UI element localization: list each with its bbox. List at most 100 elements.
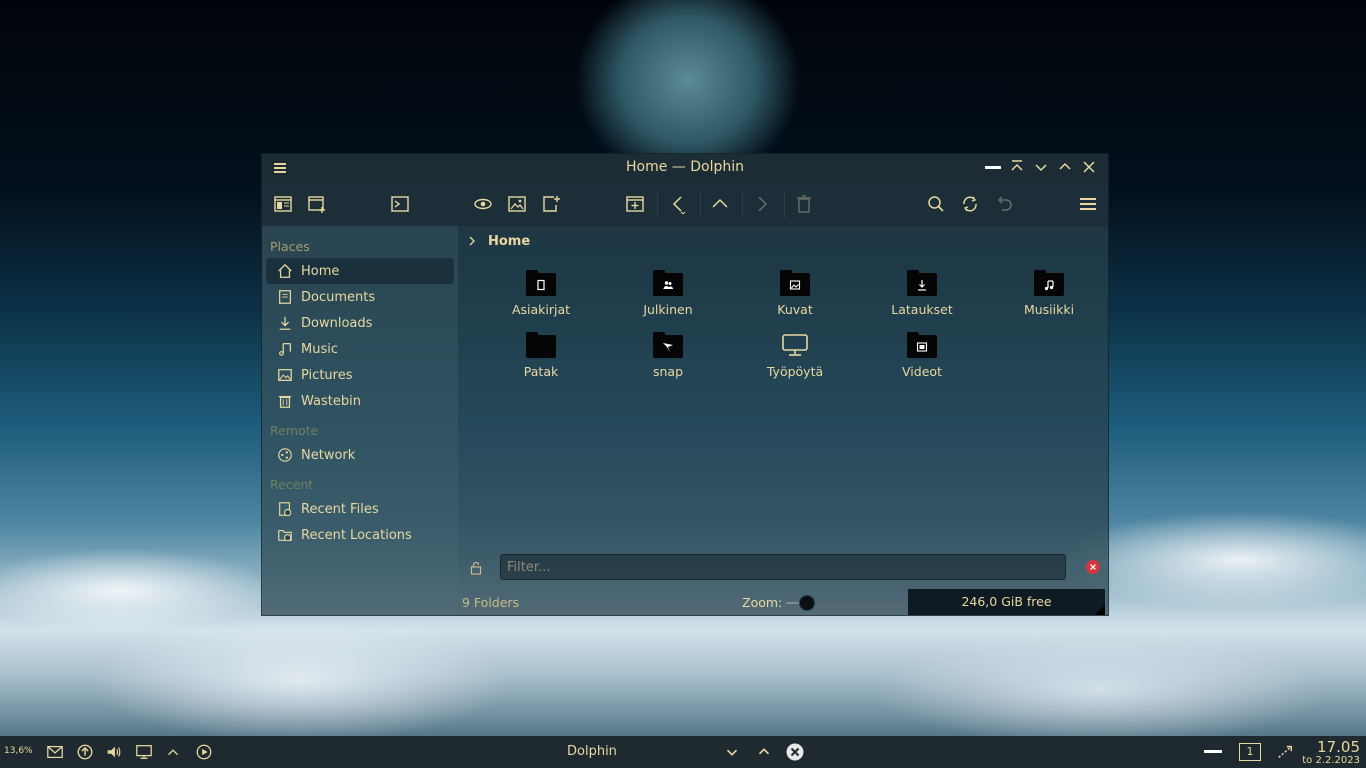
pictures-folder-icon (780, 270, 810, 296)
new-window-icon[interactable] (305, 192, 329, 216)
split-view-icon[interactable] (271, 192, 295, 216)
media-play-icon[interactable] (194, 742, 214, 762)
maximize-icon[interactable] (1056, 158, 1074, 176)
update-icon[interactable] (75, 742, 95, 762)
folder-icon (526, 332, 556, 358)
recent-locations-icon (276, 526, 294, 544)
sidebar-item-label: Documents (301, 289, 376, 305)
search-icon[interactable] (924, 192, 948, 216)
zoom-slider[interactable] (786, 595, 902, 611)
folder-label: Lataukset (891, 302, 953, 317)
lock-icon[interactable] (468, 560, 484, 576)
recent-files-icon (276, 500, 294, 518)
close-icon[interactable] (1080, 158, 1098, 176)
recent-section-title: Recent (270, 477, 314, 492)
folder-label: Patak (523, 364, 559, 379)
folder-item[interactable]: Työpöytä (735, 332, 855, 379)
clear-filter-icon[interactable] (1086, 560, 1100, 574)
window-title: Home — Dolphin (625, 159, 744, 175)
refresh-icon[interactable] (958, 192, 982, 216)
folder-label: Työpöytä (766, 364, 824, 379)
toolbar (262, 182, 1108, 226)
breadcrumb[interactable]: Home (460, 226, 1108, 256)
taskbar-maximize-icon[interactable] (754, 742, 774, 762)
sidebar-item-label: Recent Files (301, 501, 379, 517)
downloads-icon (276, 314, 294, 332)
sidebar-item-label: Network (301, 447, 356, 463)
places-section-title: Places (270, 239, 310, 254)
sidebar-item-label: Downloads (301, 315, 373, 331)
show-desktop-icon[interactable] (1203, 742, 1223, 762)
folder-label: Videot (902, 364, 942, 379)
clock-date: to 2.2.2023 (1302, 755, 1360, 766)
chevron-right-icon[interactable] (464, 233, 480, 249)
sidebar-item-wastebin[interactable]: Wastebin (266, 388, 454, 414)
clock-time: 17.05 (1317, 738, 1360, 756)
sidebar-item-network[interactable]: Network (266, 442, 454, 468)
home-icon (276, 262, 294, 280)
folder-count: 9 Folders (462, 595, 520, 610)
folder-item[interactable]: Lataukset (862, 270, 982, 317)
sidebar-item-label: Pictures (301, 367, 353, 383)
new-tab-icon[interactable] (623, 192, 647, 216)
tray-expand-icon[interactable] (163, 742, 183, 762)
sidebar-item-downloads[interactable]: Downloads (266, 310, 454, 336)
display-icon[interactable] (134, 742, 154, 762)
sidebar-item-label: Music (301, 341, 338, 357)
taskbar-close-icon[interactable] (785, 742, 805, 762)
volume-icon[interactable] (104, 742, 124, 762)
undo-icon[interactable] (992, 192, 1016, 216)
mail-icon[interactable] (45, 742, 65, 762)
forward-icon[interactable] (750, 192, 774, 216)
music-icon (276, 340, 294, 358)
sidebar-item-recent-locations[interactable]: Recent Locations (266, 522, 454, 548)
sidebar-item-pictures[interactable]: Pictures (266, 362, 454, 388)
filter-input[interactable] (500, 554, 1066, 580)
documents-icon (276, 288, 294, 306)
folder-item[interactable]: Videot (862, 332, 982, 379)
music-folder-icon (1034, 270, 1064, 296)
breadcrumb-current[interactable]: Home (488, 234, 530, 249)
clock[interactable]: 17.05 to 2.2.2023 (1302, 739, 1360, 767)
sidebar-item-home[interactable]: Home (266, 258, 454, 284)
folder-label: Julkinen (643, 302, 693, 317)
status-bar: 9 Folders Zoom: 246,0 GiB free (460, 589, 1108, 616)
zoom-slider-handle[interactable] (798, 595, 815, 611)
image-icon[interactable] (505, 192, 529, 216)
shade-icon[interactable] (984, 158, 1002, 176)
sidebar-item-label: Recent Locations (301, 527, 412, 543)
folder-item[interactable]: Musiikki (989, 270, 1109, 317)
terminal-icon[interactable] (388, 192, 412, 216)
pictures-icon (276, 366, 294, 384)
back-icon[interactable] (666, 192, 690, 216)
sidebar-item-recent-files[interactable]: Recent Files (266, 496, 454, 522)
taskbar-app-dolphin[interactable]: Dolphin (567, 744, 617, 759)
videos-folder-icon (907, 332, 937, 358)
cpu-usage: 13,6% (4, 746, 33, 756)
document-folder-icon (526, 270, 556, 296)
free-space: 246,0 GiB free (908, 589, 1105, 615)
trash-icon[interactable] (792, 192, 816, 216)
folder-item[interactable]: Julkinen (608, 270, 728, 317)
desktop-icon (780, 332, 810, 358)
folder-item[interactable]: Kuvat (735, 270, 855, 317)
sidebar-item-documents[interactable]: Documents (266, 284, 454, 310)
preview-icon[interactable] (471, 192, 495, 216)
folder-item[interactable]: Asiakirjat (481, 270, 601, 317)
new-file-icon[interactable] (539, 192, 563, 216)
folder-label: Musiikki (1023, 302, 1075, 317)
taskbar: 13,6% Dolphin 1 17.05 to 2.2.2023 (0, 736, 1366, 768)
up-icon[interactable] (708, 192, 732, 216)
network-tray-icon[interactable] (1275, 742, 1295, 762)
title-bar[interactable]: Home — Dolphin (262, 154, 1108, 182)
virtual-desktop-pager[interactable]: 1 (1239, 743, 1261, 761)
minimize-icon[interactable] (1032, 158, 1050, 176)
folder-item[interactable]: Patak (481, 332, 601, 379)
dolphin-window: Home — Dolphin Places Home Documents Dow… (261, 153, 1109, 616)
hamburger-menu-icon[interactable] (1076, 192, 1100, 216)
keep-above-icon[interactable] (1008, 158, 1026, 176)
folder-label: snap (652, 364, 684, 379)
taskbar-minimize-icon[interactable] (722, 742, 742, 762)
sidebar-item-music[interactable]: Music (266, 336, 454, 362)
folder-item[interactable]: snap (608, 332, 728, 379)
